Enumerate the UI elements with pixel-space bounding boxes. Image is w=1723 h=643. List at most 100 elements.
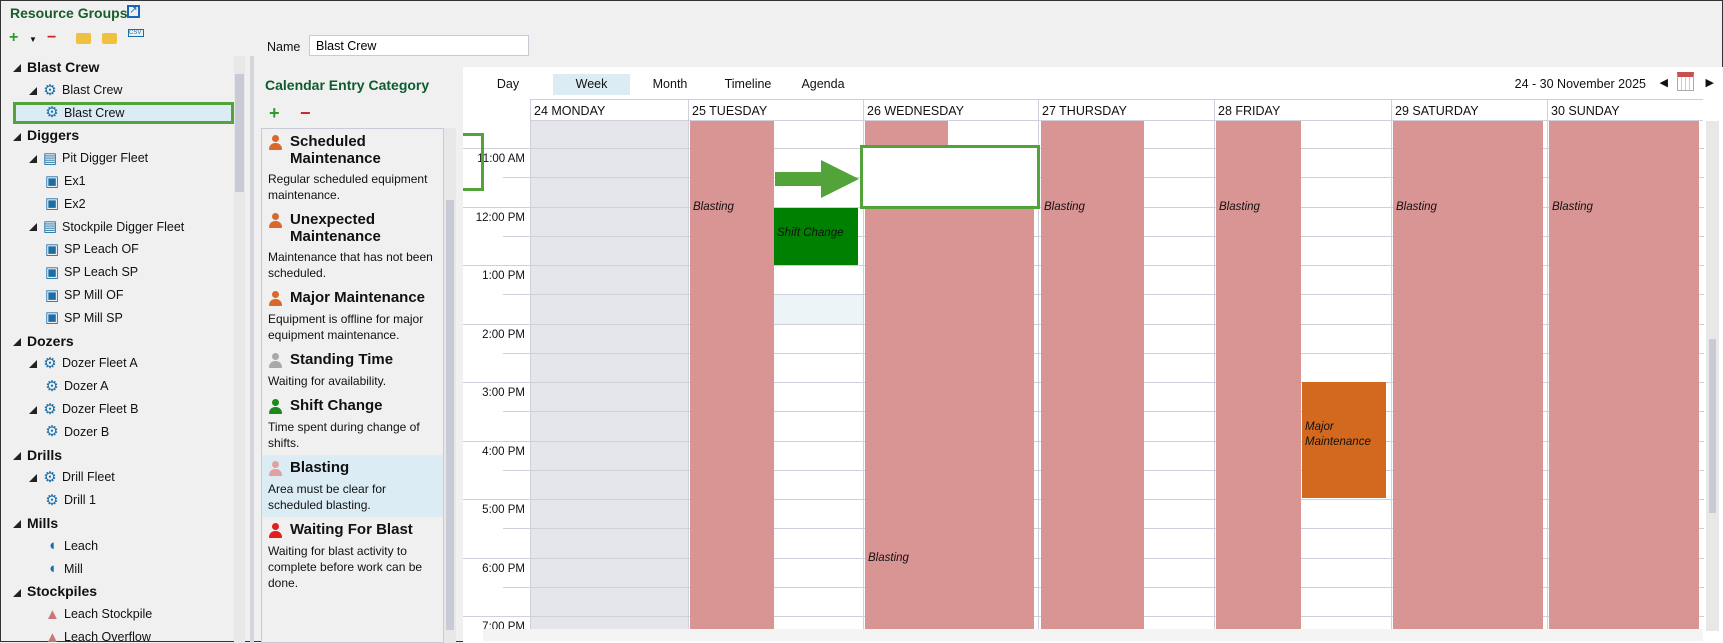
- tree-item[interactable]: ⚙ Blast Crew: [9, 79, 234, 102]
- category-title: Scheduled Maintenance: [290, 133, 381, 167]
- tree-item[interactable]: Dozers: [9, 330, 234, 353]
- day-header[interactable]: 29 SATURDAY: [1391, 99, 1547, 121]
- tree-item[interactable]: ▣ Ex1: [9, 170, 234, 193]
- event-blasting[interactable]: [865, 121, 948, 148]
- digger-icon: ▣: [45, 309, 60, 327]
- add-category-icon[interactable]: +: [269, 103, 280, 124]
- event-blasting[interactable]: Blasting: [690, 121, 774, 631]
- day-header[interactable]: 26 WEDNESDAY: [863, 99, 1038, 121]
- remove-icon[interactable]: −: [47, 29, 56, 47]
- category-description: Area must be clear for scheduled blastin…: [268, 482, 387, 512]
- expand-triangle-icon[interactable]: [13, 64, 21, 73]
- calendar-vertical-scrollbar[interactable]: [1706, 121, 1719, 631]
- tree-item[interactable]: ⚙ Drill 1: [9, 489, 234, 512]
- tree-item[interactable]: Blast Crew: [9, 56, 234, 79]
- external-link-icon[interactable]: ↗: [127, 5, 140, 18]
- category-item[interactable]: Unexpected Maintenance Maintenance that h…: [262, 207, 443, 285]
- csv-export-icon[interactable]: CSV: [128, 29, 144, 37]
- tree-item-label: Leach Overflow: [64, 629, 151, 643]
- tree-item[interactable]: ▤ Stockpile Digger Fleet: [9, 216, 234, 239]
- previous-week-icon[interactable]: ◀: [1660, 76, 1668, 89]
- day-header[interactable]: 27 THURSDAY: [1038, 99, 1214, 121]
- tab-month[interactable]: Month: [633, 74, 707, 95]
- tree-item[interactable]: ⚙ Dozer A: [9, 375, 234, 398]
- expand-triangle-icon[interactable]: [29, 405, 37, 414]
- tree-item-label: SP Leach OF: [64, 242, 139, 257]
- category-list: Scheduled Maintenance Regular scheduled e…: [261, 128, 444, 643]
- tree-item[interactable]: ⚙ Dozer Fleet A: [9, 352, 234, 375]
- category-scrollbar[interactable]: [444, 128, 456, 643]
- tree-item[interactable]: Mills: [9, 512, 234, 535]
- tree-item-label: Drill Fleet: [62, 470, 115, 485]
- expand-triangle-icon[interactable]: [29, 360, 37, 369]
- tab-day[interactable]: Day: [483, 74, 533, 95]
- tree-item[interactable]: ⚙ Dozer Fleet B: [9, 398, 234, 421]
- calendar-horizontal-scrollbar[interactable]: [483, 629, 1703, 641]
- tree-item[interactable]: ▣ SP Leach OF: [9, 238, 234, 261]
- category-item[interactable]: Waiting For Blast Waiting for blast activ…: [262, 517, 443, 595]
- tree-item[interactable]: ▣ SP Leach SP: [9, 261, 234, 284]
- name-input[interactable]: [309, 35, 529, 56]
- calendar-picker-icon[interactable]: [1677, 72, 1694, 91]
- event-blasting[interactable]: Blasting: [1393, 121, 1543, 631]
- expand-triangle-icon[interactable]: [29, 154, 37, 163]
- tree-item[interactable]: ▲ Leach Overflow: [9, 626, 234, 643]
- expand-triangle-icon[interactable]: [13, 520, 21, 529]
- add-dropdown-icon[interactable]: ▼: [29, 35, 37, 44]
- tree-item[interactable]: Drills: [9, 444, 234, 467]
- tree-item[interactable]: ▣ Ex2: [9, 193, 234, 216]
- expand-triangle-icon[interactable]: [29, 223, 37, 232]
- expand-triangle-icon[interactable]: [29, 474, 37, 483]
- category-item[interactable]: Major Maintenance Equipment is offline fo…: [262, 285, 443, 347]
- stockpile-icon: ▲: [45, 628, 60, 643]
- tree-item[interactable]: ▤ Pit Digger Fleet: [9, 147, 234, 170]
- tree-scrollbar[interactable]: [234, 56, 245, 643]
- remove-category-icon[interactable]: −: [300, 103, 311, 124]
- category-item[interactable]: Blasting Area must be clear for scheduled…: [262, 455, 443, 517]
- tree-item-label: Stockpiles: [27, 583, 98, 600]
- collapse-all-folder-icon[interactable]: [102, 33, 117, 44]
- tree-item[interactable]: ▲ Leach Stockpile: [9, 603, 234, 626]
- tab-agenda[interactable]: Agenda: [788, 74, 858, 95]
- tree-item[interactable]: ◖ Leach: [9, 535, 234, 558]
- day-header[interactable]: 24 MONDAY: [530, 99, 688, 121]
- expand-triangle-icon[interactable]: [13, 132, 21, 141]
- category-item[interactable]: Shift Change Time spent during change of …: [262, 393, 443, 455]
- tree-item[interactable]: Diggers: [9, 124, 234, 147]
- category-title: Blasting: [290, 459, 350, 476]
- calendar-grid[interactable]: 11:00 AM 12:00 PM 1:00 PM 2:00 PM 3:00 PM 4:0…: [463, 121, 1704, 631]
- event-shift-change[interactable]: Shift Change: [774, 208, 858, 265]
- tab-timeline[interactable]: Timeline: [708, 74, 788, 95]
- expand-triangle-icon[interactable]: [29, 86, 37, 95]
- day-header[interactable]: 30 SUNDAY: [1547, 99, 1703, 121]
- add-icon[interactable]: +: [9, 29, 18, 47]
- category-item[interactable]: Standing Time Waiting for availability.: [262, 347, 443, 393]
- drop-target-highlight: [860, 145, 1040, 209]
- event-major-maintenance[interactable]: Major Maintenance: [1302, 382, 1386, 498]
- expand-triangle-icon[interactable]: [13, 337, 21, 346]
- person-icon: [268, 213, 284, 229]
- tree-item-label: Dozer Fleet B: [62, 401, 139, 416]
- next-week-icon[interactable]: ▶: [1706, 76, 1714, 89]
- expand-triangle-icon[interactable]: [13, 588, 21, 597]
- tree-item[interactable]: ▣ SP Mill OF: [9, 284, 234, 307]
- event-blasting[interactable]: Blasting: [865, 208, 1034, 631]
- event-blasting[interactable]: Blasting: [1216, 121, 1301, 631]
- day-header[interactable]: 25 TUESDAY: [688, 99, 863, 121]
- event-blasting[interactable]: Blasting: [1041, 121, 1144, 631]
- expand-triangle-icon[interactable]: [13, 451, 21, 460]
- tree-item[interactable]: ⚙ Drill Fleet: [9, 466, 234, 489]
- day-column[interactable]: [530, 121, 688, 631]
- tree-item[interactable]: ⚙ Dozer B: [9, 421, 234, 444]
- expand-all-folder-icon[interactable]: [76, 33, 91, 44]
- tab-week[interactable]: Week: [553, 74, 630, 95]
- category-title: Calendar Entry Category: [265, 77, 430, 93]
- tree-item[interactable]: ⚙ Blast Crew: [13, 101, 234, 125]
- panel-splitter[interactable]: [250, 56, 254, 643]
- tree-item[interactable]: Stockpiles: [9, 580, 234, 603]
- category-item[interactable]: Scheduled Maintenance Regular scheduled e…: [262, 129, 443, 207]
- tree-item[interactable]: ▣ SP Mill SP: [9, 307, 234, 330]
- tree-item[interactable]: ◖ Mill: [9, 558, 234, 581]
- day-header[interactable]: 28 FRIDAY: [1214, 99, 1391, 121]
- event-blasting[interactable]: Blasting: [1549, 121, 1699, 631]
